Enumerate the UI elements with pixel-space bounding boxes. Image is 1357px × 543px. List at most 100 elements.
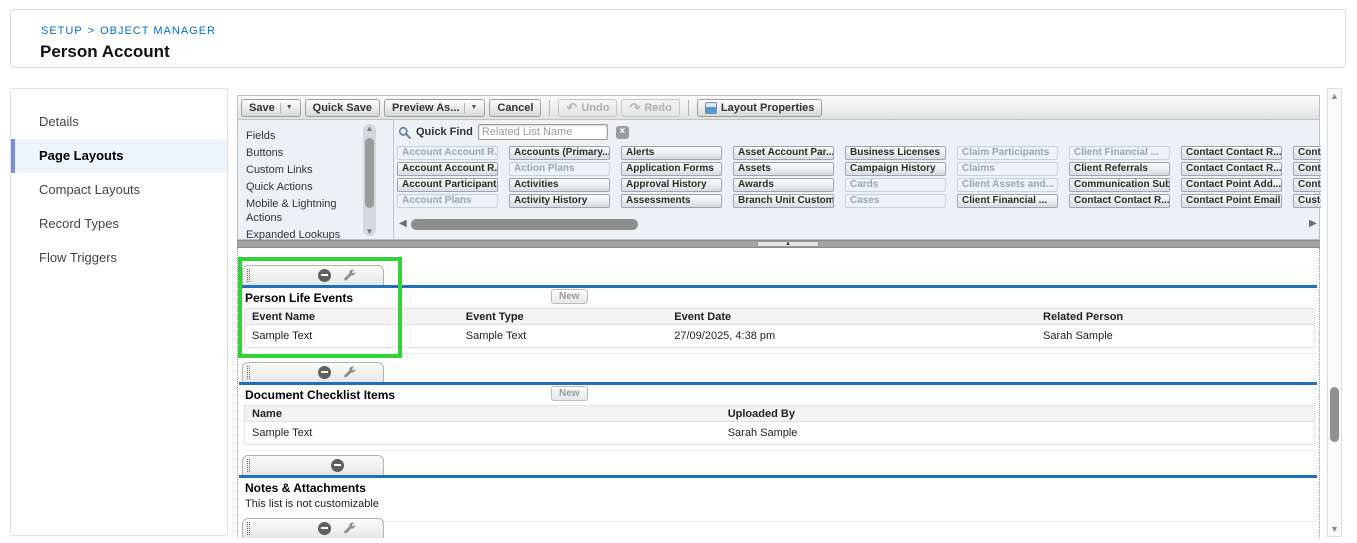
sidebar-item-page-layouts[interactable]: Page Layouts xyxy=(11,139,227,173)
section-drag-tab[interactable] xyxy=(242,518,384,538)
sidebar-item-record-types[interactable]: Record Types xyxy=(11,207,227,241)
related-list-tile[interactable]: Client Financial ... xyxy=(957,194,1058,208)
drag-handle-icon xyxy=(247,366,250,379)
palette-scrollbar-thumb[interactable] xyxy=(365,138,374,208)
main-vertical-scrollbar[interactable]: ▲ ▼ xyxy=(1327,88,1342,537)
remove-section-icon[interactable] xyxy=(318,366,331,379)
cancel-button[interactable]: Cancel xyxy=(489,99,541,117)
layout-properties-button[interactable]: Layout Properties xyxy=(697,99,823,117)
undo-icon: ↶ xyxy=(566,102,577,114)
layout-editor-chrome: Save ▼ Quick Save Preview As... ▼ Cancel… xyxy=(237,95,1320,240)
column-header: Event Name xyxy=(245,309,459,324)
related-list-tile[interactable]: Asset Account Par... xyxy=(733,146,834,160)
drag-handle-icon xyxy=(247,522,250,535)
related-list-tile[interactable]: Client Referrals xyxy=(1069,162,1170,176)
sidebar-item-compact-layouts[interactable]: Compact Layouts xyxy=(11,173,227,207)
breadcrumb-setup-link[interactable]: SETUP xyxy=(41,25,83,37)
toolbar-divider xyxy=(688,100,689,116)
related-list-tile[interactable]: Communication Sub... xyxy=(1069,178,1170,192)
related-list-tile[interactable]: Campaign History xyxy=(845,162,946,176)
related-list-tile[interactable]: Contact Contact R... xyxy=(1181,146,1282,160)
related-list-tile[interactable]: Assets xyxy=(733,162,834,176)
redo-label: Redo xyxy=(644,102,672,114)
related-list-preview-table: Event Name Event Type Event Date Related… xyxy=(244,308,1315,348)
related-list-tile[interactable]: Business Licenses xyxy=(845,146,946,160)
sidebar-item-flow-triggers[interactable]: Flow Triggers xyxy=(11,241,227,275)
related-list-tile[interactable]: Account Account R... xyxy=(397,162,498,176)
table-row: Sample Text Sample Text 27/09/2025, 4:38… xyxy=(245,325,1314,347)
scroll-up-icon[interactable]: ▲ xyxy=(363,124,376,133)
scroll-down-icon[interactable]: ▼ xyxy=(363,227,376,236)
related-list-tile[interactable]: Branch Unit Customer xyxy=(733,194,834,208)
related-list-tile[interactable]: Application Forms xyxy=(621,162,722,176)
section-drag-tab[interactable] xyxy=(242,362,384,382)
layout-canvas: Person Life Events New Event Name Event … xyxy=(237,248,1320,538)
new-button-preview: New xyxy=(551,386,588,401)
related-list-tile[interactable]: Custome xyxy=(1293,194,1321,208)
grid-hscrollbar-thumb[interactable] xyxy=(411,219,638,230)
related-list-tile: Claims xyxy=(957,162,1058,176)
table-header-row: Name Uploaded By xyxy=(245,406,1314,422)
redo-icon: ↷ xyxy=(629,102,640,114)
related-list-tile: Account Account R... xyxy=(397,146,498,160)
section-person-life-events: Person Life Events New Event Name Event … xyxy=(239,265,1317,354)
related-list-tile[interactable]: Approval History xyxy=(621,178,722,192)
related-list-tile[interactable]: Contact Contact R... xyxy=(1181,162,1282,176)
related-list-tile[interactable]: Accounts (Primary... xyxy=(509,146,610,160)
remove-section-icon[interactable] xyxy=(331,459,344,472)
related-list-tile[interactable]: Contact Contact R... xyxy=(1069,194,1170,208)
section-document-checklist-items: Document Checklist Items New Name Upload… xyxy=(239,362,1317,451)
section-title: Document Checklist Items xyxy=(239,385,1317,405)
undo-button[interactable]: ↶ Undo xyxy=(558,99,617,117)
save-caret-icon[interactable]: ▼ xyxy=(280,103,293,113)
preview-as-caret-icon[interactable]: ▼ xyxy=(464,103,477,113)
vertical-scrollbar-thumb[interactable] xyxy=(1330,387,1339,442)
related-list-tile[interactable]: Activities xyxy=(509,178,610,192)
section-properties-wrench-icon[interactable] xyxy=(343,366,356,379)
section-properties-wrench-icon[interactable] xyxy=(343,522,356,535)
palette-scrollbar[interactable]: ▲ ▼ xyxy=(363,124,376,236)
editor-toolbar: Save ▼ Quick Save Preview As... ▼ Cancel… xyxy=(238,96,1319,120)
related-list-grid: Account Account R... Accounts (Primary...… xyxy=(397,146,1321,210)
section-next-partial xyxy=(239,518,1317,538)
drag-handle-icon xyxy=(247,459,250,472)
related-list-tile[interactable]: Alerts xyxy=(621,146,722,160)
breadcrumb-object-manager-link[interactable]: OBJECT MANAGER xyxy=(100,25,216,37)
scroll-down-icon[interactable]: ▼ xyxy=(1328,524,1341,534)
scroll-left-icon[interactable]: ◀ xyxy=(399,218,407,229)
column-header: Event Type xyxy=(459,309,667,324)
page-title: Person Account xyxy=(40,42,170,62)
section-notes-attachments: Notes & Attachments This list is not cus… xyxy=(239,455,1317,522)
related-list-tile[interactable]: Contact xyxy=(1293,162,1321,176)
related-list-tile[interactable]: Awards xyxy=(733,178,834,192)
table-row: Sample Text Sarah Sample xyxy=(245,422,1314,444)
remove-section-icon[interactable] xyxy=(318,522,331,535)
related-list-tile[interactable]: Contact Point Emails xyxy=(1181,194,1282,208)
palette-canvas-splitter: ▲ xyxy=(237,240,1320,248)
section-drag-tab[interactable] xyxy=(242,265,384,285)
section-drag-tab[interactable] xyxy=(242,455,384,475)
scroll-up-icon[interactable]: ▲ xyxy=(1328,91,1341,101)
breadcrumb-separator: > xyxy=(88,25,95,37)
section-properties-wrench-icon[interactable] xyxy=(343,269,356,282)
quick-find-label: Quick Find xyxy=(416,126,473,138)
palette-category-list: Fields Buttons Custom Links Quick Action… xyxy=(238,120,394,239)
related-list-tile: Cases xyxy=(845,194,946,208)
redo-button[interactable]: ↷ Redo xyxy=(621,99,679,117)
quick-find: Quick Find × xyxy=(398,124,629,140)
quick-save-button[interactable]: Quick Save xyxy=(305,99,380,117)
splitter-collapse-handle[interactable]: ▲ xyxy=(757,241,819,247)
related-list-tile[interactable]: Activity History xyxy=(509,194,610,208)
quick-find-input[interactable] xyxy=(478,124,608,140)
related-list-tile[interactable]: Contact Point Add... xyxy=(1181,178,1282,192)
preview-as-button[interactable]: Preview As... ▼ xyxy=(384,99,485,117)
remove-section-icon[interactable] xyxy=(318,269,331,282)
related-list-tile[interactable]: Contact xyxy=(1293,146,1321,160)
related-list-tile[interactable]: Account Participants xyxy=(397,178,498,192)
clear-search-icon[interactable]: × xyxy=(616,126,629,139)
related-list-tile[interactable]: Assessments xyxy=(621,194,722,208)
related-list-tile[interactable]: Contract xyxy=(1293,178,1321,192)
sidebar-item-details[interactable]: Details xyxy=(11,105,227,139)
save-button[interactable]: Save ▼ xyxy=(241,99,301,117)
scroll-right-icon[interactable]: ▶ xyxy=(1309,218,1317,229)
